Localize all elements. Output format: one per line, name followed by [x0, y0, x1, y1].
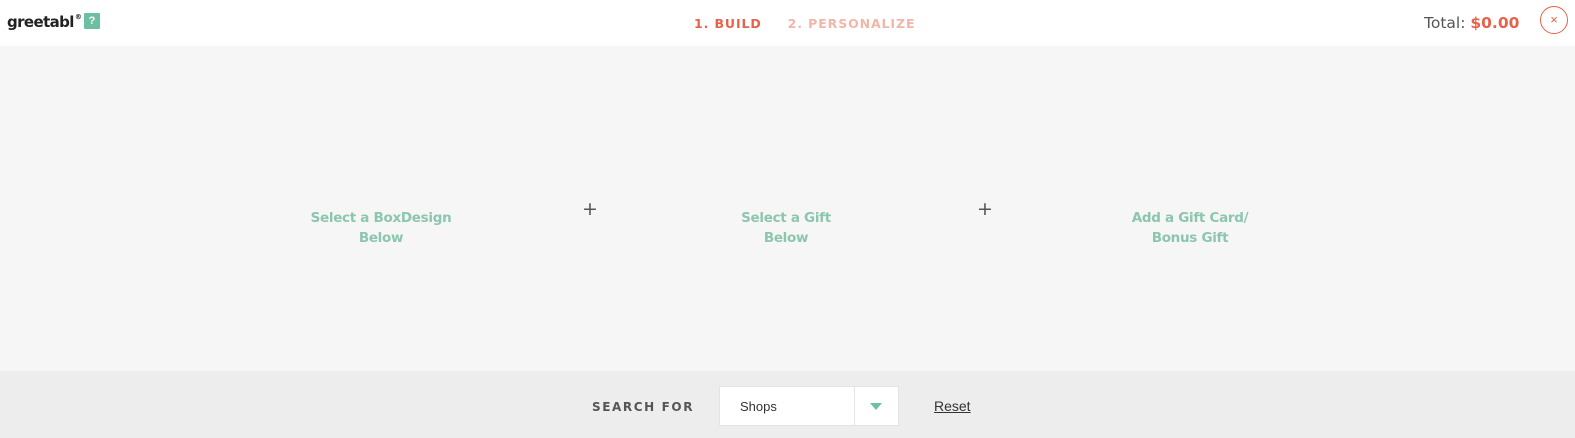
- search-label: SEARCH FOR: [592, 400, 695, 414]
- box-design-slot[interactable]: Select a BoxDesign Below: [281, 208, 481, 248]
- logo-registered-mark: ®: [74, 13, 82, 21]
- slot-label-line2: Bonus Gift: [1151, 230, 1229, 246]
- select-value: Shops: [740, 399, 777, 414]
- help-icon[interactable]: ?: [84, 13, 100, 29]
- header: greetabl® ? 1. BUILD 2. PERSONALIZE Tota…: [0, 0, 1575, 46]
- slot-label-line1: Add a Gift Card/: [1131, 210, 1249, 226]
- total-amount: $0.00: [1470, 14, 1520, 32]
- logo-text: greetabl: [7, 13, 74, 31]
- logo[interactable]: greetabl®: [7, 13, 82, 31]
- select-divider: [854, 387, 855, 425]
- search-bar: SEARCH FOR Shops Reset: [0, 371, 1575, 438]
- order-total: Total: $0.00: [1424, 14, 1519, 32]
- reset-link[interactable]: Reset: [934, 398, 971, 414]
- search-type-select[interactable]: Shops: [719, 386, 899, 426]
- gift-slot[interactable]: Select a Gift Below: [686, 208, 886, 248]
- slot-label-line2: Below: [358, 230, 404, 246]
- slot-label-line1: Select a BoxDesign: [310, 210, 452, 226]
- slot-label-line1: Select a Gift: [741, 210, 831, 226]
- build-stage: Select a BoxDesign Below + Select a Gift…: [0, 46, 1575, 371]
- gift-card-slot[interactable]: Add a Gift Card/ Bonus Gift: [1090, 208, 1290, 248]
- slot-label-line2: Below: [763, 230, 809, 246]
- step-build[interactable]: 1. BUILD: [694, 16, 762, 31]
- chevron-down-icon[interactable]: [870, 403, 882, 410]
- plus-icon: +: [582, 198, 598, 220]
- plus-icon: +: [977, 198, 993, 220]
- step-personalize[interactable]: 2. PERSONALIZE: [788, 16, 916, 31]
- close-icon[interactable]: ×: [1540, 6, 1568, 34]
- step-nav: 1. BUILD 2. PERSONALIZE: [694, 16, 915, 31]
- total-label: Total:: [1424, 14, 1466, 32]
